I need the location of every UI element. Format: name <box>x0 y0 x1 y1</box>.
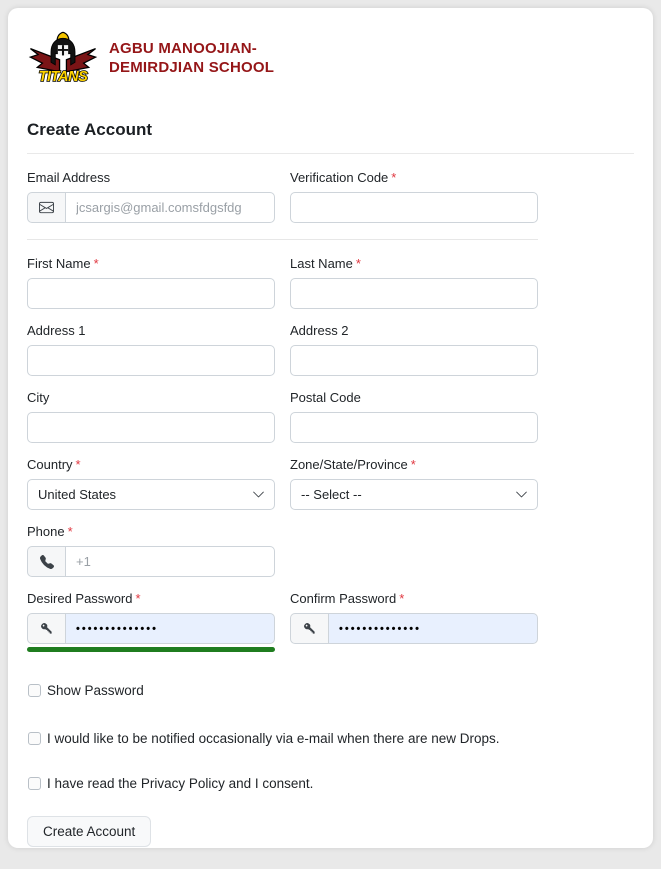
phone-label: Phone* <box>27 524 275 539</box>
school-name-line2: DEMIRDJIAN SCHOOL <box>109 58 274 78</box>
confirm-password-label: Confirm Password* <box>290 591 538 606</box>
telephone-icon <box>27 546 65 577</box>
show-password-checkbox[interactable] <box>28 684 41 697</box>
password-strength-bar <box>27 647 275 652</box>
address2-field[interactable] <box>290 345 538 376</box>
required-asterisk: * <box>391 170 396 185</box>
desired-password-label: Desired Password* <box>27 591 275 606</box>
address1-field[interactable] <box>27 345 275 376</box>
zone-select[interactable]: -- Select -- <box>290 479 538 510</box>
address2-label: Address 2 <box>290 323 538 338</box>
logo-text: TITANS <box>39 69 89 85</box>
create-account-button[interactable]: Create Account <box>27 816 151 847</box>
address1-label: Address 1 <box>27 323 275 338</box>
email-label: Email Address <box>27 170 275 185</box>
required-asterisk: * <box>68 524 73 539</box>
consent-label: I have read the Privacy Policy and I con… <box>47 776 313 792</box>
section-divider <box>27 239 538 240</box>
country-label: Country* <box>27 457 275 472</box>
required-asterisk: * <box>411 457 416 472</box>
last-name-label: Last Name* <box>290 256 538 271</box>
school-name: AGBU MANOOJIAN- DEMIRDJIAN SCHOOL <box>109 39 274 78</box>
country-select[interactable]: United States <box>27 479 275 510</box>
school-name-line1: AGBU MANOOJIAN- <box>109 39 274 59</box>
first-name-label: First Name* <box>27 256 275 271</box>
confirm-password-field[interactable] <box>328 613 538 644</box>
city-label: City <box>27 390 275 405</box>
privacy-policy-link[interactable]: Privacy Policy <box>141 776 225 791</box>
required-asterisk: * <box>136 591 141 606</box>
required-asterisk: * <box>399 591 404 606</box>
consent-checkbox[interactable] <box>28 777 41 790</box>
create-account-form: Email Address Verification Code* First N… <box>27 170 538 847</box>
logo-helmet-eyeslit <box>58 49 68 51</box>
key-icon <box>27 613 65 644</box>
titans-logo: TITANS <box>27 30 99 86</box>
required-asterisk: * <box>94 256 99 271</box>
page-title: Create Account <box>27 120 634 154</box>
postal-code-field[interactable] <box>290 412 538 443</box>
required-asterisk: * <box>76 457 81 472</box>
key-icon <box>290 613 328 644</box>
city-field[interactable] <box>27 412 275 443</box>
show-password-label: Show Password <box>47 683 144 699</box>
notify-checkbox[interactable] <box>28 732 41 745</box>
required-asterisk: * <box>356 256 361 271</box>
create-account-card: TITANS AGBU MANOOJIAN- DEMIRDJIAN SCHOOL… <box>8 8 653 848</box>
verification-code-field[interactable] <box>290 192 538 223</box>
envelope-icon <box>27 192 65 223</box>
last-name-field[interactable] <box>290 278 538 309</box>
notify-label: I would like to be notified occasionally… <box>47 731 499 747</box>
postal-code-label: Postal Code <box>290 390 538 405</box>
phone-field[interactable] <box>65 546 275 577</box>
email-field[interactable] <box>65 192 275 223</box>
password-field[interactable] <box>65 613 275 644</box>
verification-code-label: Verification Code* <box>290 170 538 185</box>
brand-header: TITANS AGBU MANOOJIAN- DEMIRDJIAN SCHOOL <box>27 30 634 86</box>
zone-label: Zone/State/Province* <box>290 457 538 472</box>
first-name-field[interactable] <box>27 278 275 309</box>
